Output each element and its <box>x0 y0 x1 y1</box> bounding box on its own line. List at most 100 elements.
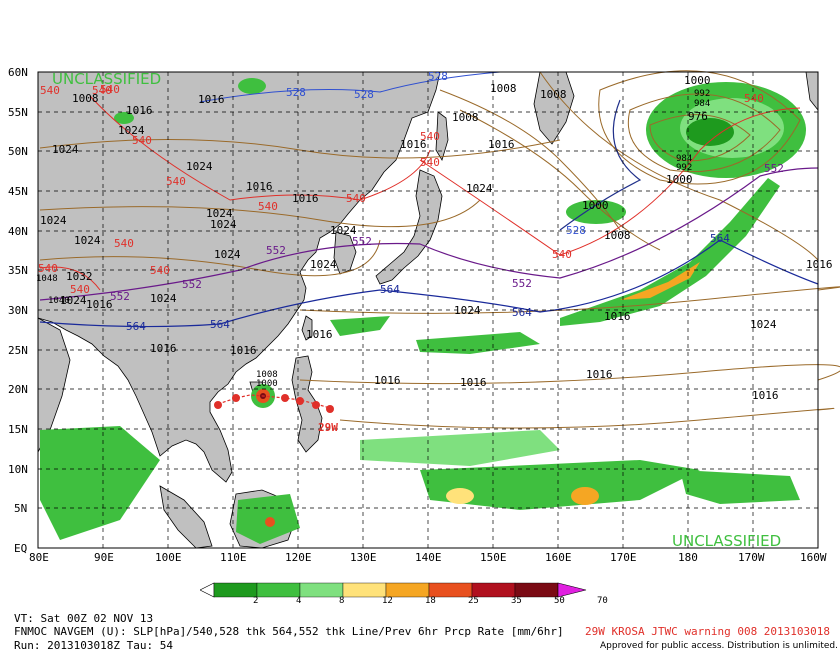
slp-label: 1024 <box>454 304 481 317</box>
slp-label: 1032 <box>66 270 93 283</box>
run-info: Run: 2013103018Z Tau: 54 <box>14 639 173 652</box>
thk540-label: 540 <box>166 175 186 188</box>
slp-label: 1016 <box>198 93 225 106</box>
slp-label: 992 <box>694 89 711 99</box>
lat-label: 30N <box>8 304 28 317</box>
thk552-label: 552 <box>110 290 130 303</box>
thk540-label: 540 <box>420 130 440 143</box>
slp-label: 1024 <box>52 143 79 156</box>
thk540-label: 540 <box>744 92 764 105</box>
distribution-statement: Approved for public access. Distribution… <box>600 641 838 651</box>
slp-label: 1016 <box>806 258 833 271</box>
thk552-label: 552 <box>764 162 784 175</box>
thk552-label: 552 <box>266 244 286 257</box>
thk540-label: 540 <box>100 83 120 96</box>
lon-label: 120E <box>285 551 312 564</box>
lat-label: 40N <box>8 225 28 238</box>
lon-label: 130E <box>350 551 377 564</box>
slp-label: 1024 <box>750 318 777 331</box>
legend-swatch <box>213 582 258 598</box>
legend-swatch <box>299 582 344 598</box>
thk540-label: 540 <box>70 283 90 296</box>
thk564-label: 564 <box>210 318 230 331</box>
lon-label: 160E <box>545 551 572 564</box>
lon-label: 100E <box>155 551 182 564</box>
slp-label: 1016 <box>230 344 257 357</box>
lon-label: 170W <box>738 551 765 564</box>
slp-label: 1000 <box>256 379 278 389</box>
lat-label: EQ <box>14 542 28 555</box>
legend-swatch <box>428 582 473 598</box>
thk540-label: 540 <box>346 192 366 205</box>
thk540-label: 540 <box>258 200 278 213</box>
lon-label: 140E <box>415 551 442 564</box>
legend-tick: 12 <box>382 596 393 606</box>
thk564-label: 564 <box>512 306 532 319</box>
lat-label: 25N <box>8 344 28 357</box>
slp-label: 1016 <box>292 192 319 205</box>
legend-swatch <box>471 582 516 598</box>
legend-arrow-left <box>200 582 215 598</box>
legend-tick: 70 <box>597 596 608 606</box>
slp-label: 1016 <box>86 298 113 311</box>
legend-swatch <box>514 582 559 598</box>
lon-label: 160W <box>800 551 827 564</box>
thk540-label: 540 <box>552 248 572 261</box>
slp-label: 1008 <box>452 111 479 124</box>
lon-label: 80E <box>29 551 49 564</box>
lat-label: 5N <box>14 502 28 515</box>
thk540-label: 540 <box>132 134 152 147</box>
lat-label: 35N <box>8 264 28 277</box>
thk564-label: 564 <box>380 283 400 296</box>
slp-label: 1016 <box>752 389 779 402</box>
lat-label: 15N <box>8 423 28 436</box>
legend-swatch <box>385 582 430 598</box>
slp-label: 1024 <box>150 292 177 305</box>
slp-label: 1024 <box>214 248 241 261</box>
storm-label: 29W <box>318 421 338 434</box>
thk552-label: 552 <box>182 278 202 291</box>
model-description: FNMOC NAVGEM (U): SLP[hPa]/540,528 thk 5… <box>14 625 564 638</box>
thk528-label: 528 <box>286 86 306 99</box>
slp-label: 976 <box>688 110 708 123</box>
slp-label: 992 <box>676 163 693 173</box>
lon-label: 170E <box>610 551 637 564</box>
lon-label: 180 <box>678 551 698 564</box>
slp-label: 1024 <box>40 214 67 227</box>
legend-arrow-right <box>557 582 587 598</box>
lat-label: 60N <box>8 66 28 79</box>
legend-tick: 4 <box>296 596 302 606</box>
thk552-label: 552 <box>352 235 372 248</box>
legend-swatch <box>342 582 387 598</box>
slp-label: 1008 <box>604 229 631 242</box>
thk528-label: 528 <box>566 224 586 237</box>
slp-label: 1016 <box>150 342 177 355</box>
slp-label: 1024 <box>310 258 337 271</box>
lon-label: 150E <box>480 551 507 564</box>
classification-bottom: UNCLASSIFIED <box>672 532 782 550</box>
slp-label: 1024 <box>466 182 493 195</box>
legend-tick: 8 <box>339 596 345 606</box>
slp-label: 1016 <box>604 310 631 323</box>
slp-label: 1016 <box>586 368 613 381</box>
slp-label: 1016 <box>306 328 333 341</box>
slp-label: 1024 <box>74 234 101 247</box>
slp-label: 1008 <box>540 88 567 101</box>
slp-label: 1024 <box>210 218 237 231</box>
legend-tick: 18 <box>425 596 436 606</box>
thk540-label: 540 <box>150 264 170 277</box>
slp-label: 1000 <box>684 74 711 87</box>
slp-label: 1016 <box>460 376 487 389</box>
thk540-label: 540 <box>38 262 58 275</box>
legend-tick: 50 <box>554 596 565 606</box>
lon-label: 110E <box>220 551 247 564</box>
slp-label: 1008 <box>490 82 517 95</box>
slp-label: 1016 <box>246 180 273 193</box>
thk564-label: 564 <box>710 232 730 245</box>
thk528-label: 528 <box>428 70 448 83</box>
legend-swatch <box>256 582 301 598</box>
thk540-label: 540 <box>114 237 134 250</box>
lat-label: 10N <box>8 463 28 476</box>
slp-label: 1000 <box>582 199 609 212</box>
storm-warning: 29W KROSA JTWC warning 008 2013103018 <box>585 625 831 638</box>
